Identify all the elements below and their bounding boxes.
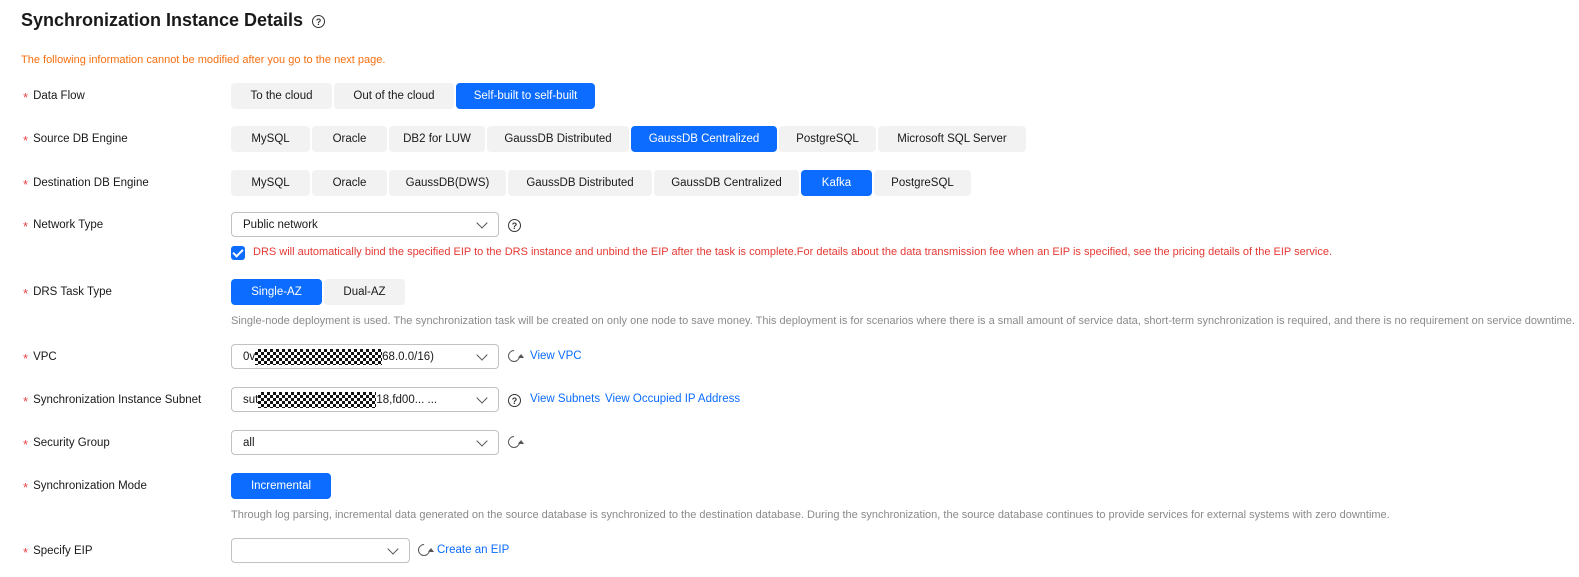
subnet-value-prefix: sut (243, 393, 259, 406)
view-vpc-link[interactable]: View VPC (530, 350, 582, 362)
source-engine-option[interactable]: PostgreSQL (779, 126, 876, 152)
vpc-select[interactable]: 0v 68.0.0/16) (231, 344, 499, 369)
task-type-hint: Single-node deployment is used. The sync… (231, 315, 1575, 327)
refresh-icon[interactable] (505, 347, 523, 365)
network-type-value: Public network (243, 218, 318, 231)
source-engine-option[interactable]: DB2 for LUW (389, 126, 485, 152)
sync-mode-hint: Through log parsing, incremental data ge… (231, 509, 1390, 521)
eip-auto-bind-checkbox[interactable] (231, 246, 245, 260)
source-engine-option[interactable]: GaussDB Distributed (487, 126, 629, 152)
vpc-row: * VPC 0v 68.0.0/16) View VPC (0, 344, 1579, 370)
data-flow-row: * Data Flow To the cloud Out of the cloud… (0, 83, 1579, 109)
data-flow-option[interactable]: To the cloud (231, 83, 332, 109)
page-title-text: Synchronization Instance Details (21, 10, 304, 30)
dest-engine-option[interactable]: PostgreSQL (874, 170, 971, 196)
create-eip-link[interactable]: Create an EIP (437, 544, 509, 556)
security-group-label: * Security Group (23, 437, 110, 452)
dest-engine-label: * Destination DB Engine (23, 177, 149, 192)
source-engine-option[interactable]: MySQL (231, 126, 310, 152)
eip-label: * Specify EIP (23, 545, 93, 560)
source-engine-option[interactable]: Oracle (312, 126, 387, 152)
data-flow-option[interactable]: Out of the cloud (334, 83, 454, 109)
required-icon: * (23, 90, 29, 105)
dest-engine-option[interactable]: GaussDB(DWS) (389, 170, 506, 196)
help-icon[interactable]: ? (312, 15, 326, 28)
dest-engine-option[interactable]: Kafka (801, 170, 872, 196)
redacted-mask (258, 391, 377, 408)
required-icon: * (23, 437, 29, 452)
eip-select[interactable] (231, 538, 410, 563)
refresh-icon[interactable] (415, 541, 433, 559)
subnet-value-suffix: 18,fd00... ... (376, 393, 438, 406)
security-group-row: * Security Group all (0, 430, 1579, 456)
page-title: Synchronization Instance Details ? (21, 10, 326, 31)
data-flow-option[interactable]: Self-built to self-built (456, 83, 595, 109)
dest-engine-option[interactable]: GaussDB Centralized (654, 170, 799, 196)
vpc-value-prefix: 0v (243, 350, 256, 363)
required-icon: * (23, 219, 29, 234)
network-type-label: * Network Type (23, 219, 104, 234)
chevron-down-icon (387, 543, 399, 555)
required-icon: * (23, 286, 29, 301)
chevron-down-icon (476, 392, 488, 404)
source-engine-option[interactable]: Microsoft SQL Server (878, 126, 1026, 152)
eip-warning-text: DRS will automatically bind the specifie… (253, 246, 1332, 258)
required-icon: * (23, 177, 29, 192)
view-subnets-link[interactable]: View Subnets (530, 393, 600, 405)
subnet-row: * Synchronization Instance Subnet sut 18,… (0, 387, 1579, 413)
task-type-label: * DRS Task Type (23, 286, 112, 301)
vpc-value-suffix: 68.0.0/16) (382, 350, 434, 363)
security-group-select[interactable]: all (231, 430, 499, 455)
vpc-label: * VPC (23, 351, 57, 366)
required-icon: * (23, 351, 29, 366)
sync-mode-row: * Synchronization Mode Incremental (0, 473, 1579, 499)
sync-mode-option[interactable]: Incremental (231, 473, 331, 499)
sync-mode-label: * Synchronization Mode (23, 480, 147, 495)
source-engine-option[interactable]: GaussDB Centralized (631, 126, 777, 152)
dest-engine-row: * Destination DB Engine MySQL Oracle Gaus… (0, 170, 1579, 196)
dest-engine-option[interactable]: Oracle (312, 170, 387, 196)
dest-engine-options: MySQL Oracle GaussDB(DWS) GaussDB Distri… (231, 170, 971, 196)
chevron-down-icon (476, 349, 488, 361)
data-flow-label: * Data Flow (23, 90, 85, 105)
source-engine-row: * Source DB Engine MySQL Oracle DB2 for L… (0, 126, 1579, 152)
subnet-label: * Synchronization Instance Subnet (23, 394, 202, 409)
notice-text: The following information cannot be modi… (21, 54, 386, 66)
security-group-value: all (243, 436, 255, 449)
task-type-option[interactable]: Single-AZ (231, 279, 322, 305)
dest-engine-option[interactable]: MySQL (231, 170, 310, 196)
eip-row: * Specify EIP Create an EIP (0, 538, 1579, 564)
redacted-mask (255, 348, 383, 365)
source-engine-options: MySQL Oracle DB2 for LUW GaussDB Distrib… (231, 126, 1026, 152)
sync-mode-options: Incremental (231, 473, 331, 499)
view-occupied-ip-link[interactable]: View Occupied IP Address (605, 393, 740, 405)
required-icon: * (23, 545, 29, 560)
required-icon: * (23, 480, 29, 495)
task-type-options: Single-AZ Dual-AZ (231, 279, 405, 305)
dest-engine-option[interactable]: GaussDB Distributed (508, 170, 652, 196)
task-type-row: * DRS Task Type Single-AZ Dual-AZ (0, 279, 1579, 305)
help-icon[interactable]: ? (508, 394, 521, 407)
network-type-row: * Network Type Public network ? (0, 212, 1579, 238)
refresh-icon[interactable] (505, 433, 523, 451)
required-icon: * (23, 133, 29, 148)
data-flow-options: To the cloud Out of the cloud Self-built… (231, 83, 595, 109)
source-engine-label: * Source DB Engine (23, 133, 128, 148)
task-type-option[interactable]: Dual-AZ (324, 279, 405, 305)
chevron-down-icon (476, 435, 488, 447)
network-type-select[interactable]: Public network (231, 212, 499, 237)
chevron-down-icon (476, 217, 488, 229)
subnet-select[interactable]: sut 18,fd00... ... (231, 387, 499, 412)
help-icon[interactable]: ? (508, 219, 521, 232)
required-icon: * (23, 394, 29, 409)
